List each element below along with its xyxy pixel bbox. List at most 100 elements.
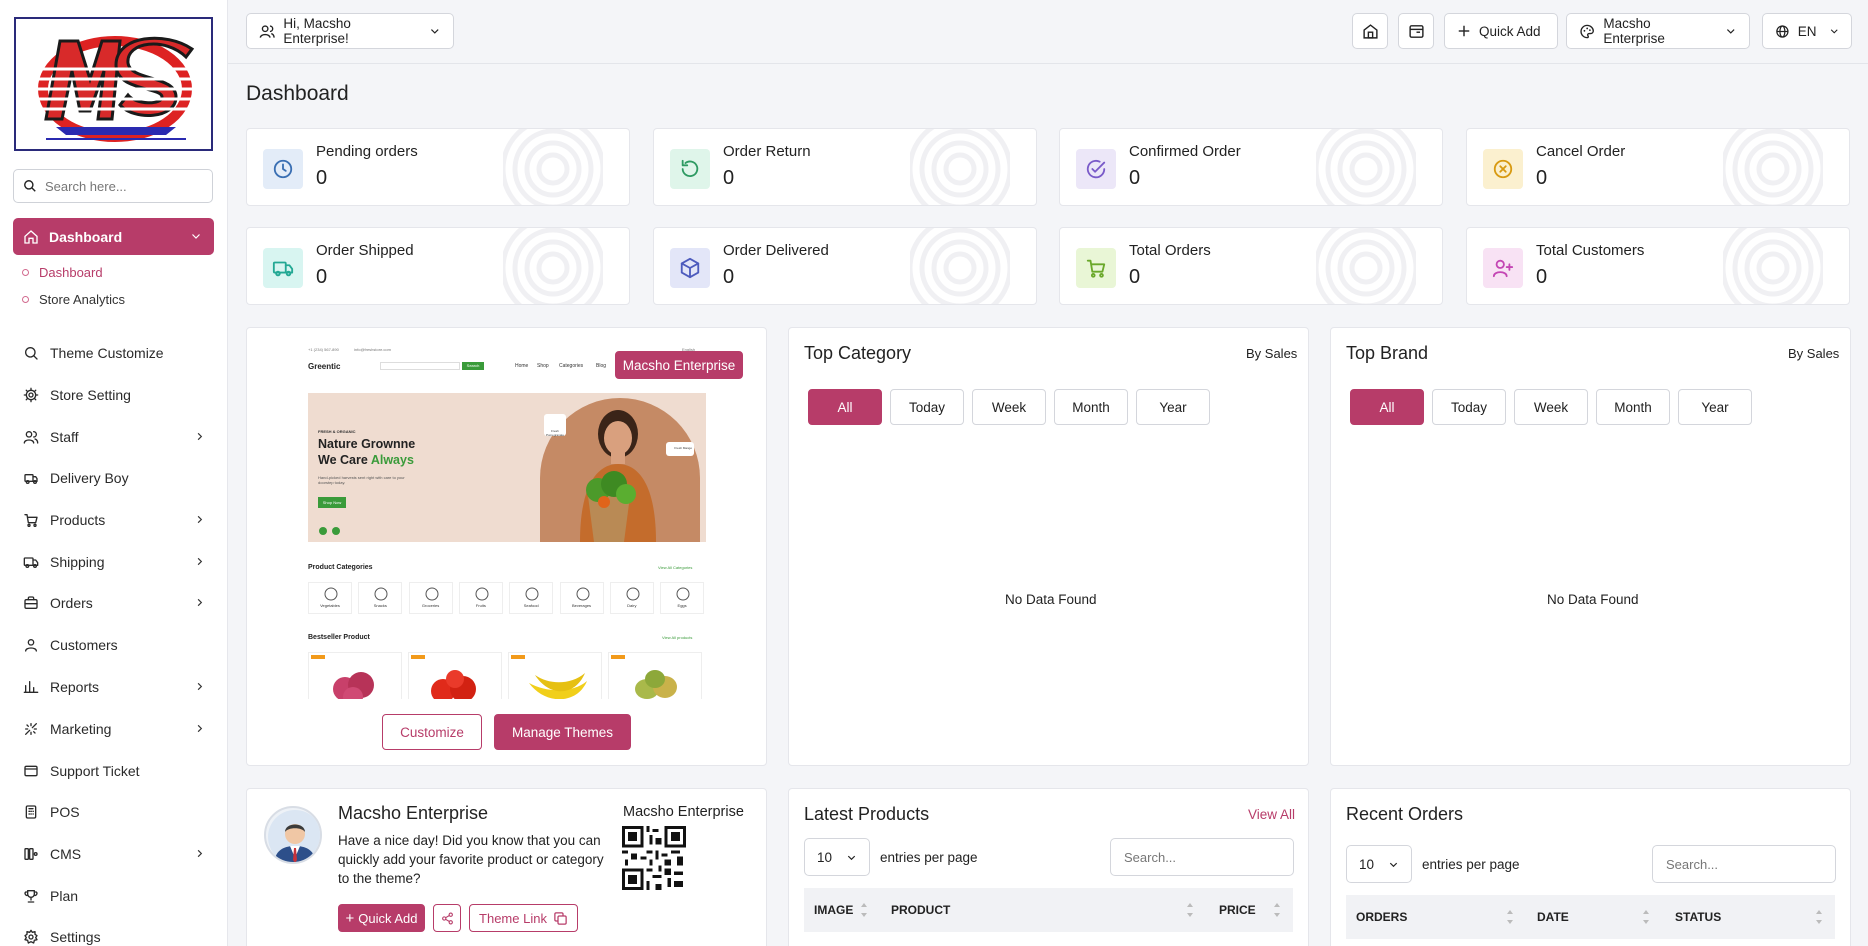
view-all-link[interactable]: View All [1248,807,1295,822]
top-brand-tab-year[interactable]: Year [1678,389,1752,425]
sidebar-item-reports[interactable]: Reports [23,674,205,700]
stat-card-order-return[interactable]: Order Return 0 [653,128,1037,206]
sort-icon[interactable] [1506,908,1514,926]
recent-orders-search[interactable]: Search... [1652,845,1836,883]
stat-card-confirmed-order[interactable]: Confirmed Order 0 [1059,128,1443,206]
top-brand-tab-all[interactable]: All [1350,389,1424,425]
latest-products-search[interactable]: Search... [1110,838,1294,876]
chevron-down-icon [192,234,200,239]
customize-button[interactable]: Customize [382,714,482,750]
column-header-product[interactable]: PRODUCT [891,903,950,917]
welcome-message: Have a nice day! Did you know that you c… [338,833,604,886]
preview-category-dairy: Dairy [609,582,654,614]
sort-icon[interactable] [1642,908,1650,926]
top-category-tab-all[interactable]: All [808,389,882,425]
sidebar-item-label: Plan [50,888,79,904]
sidebar-item-theme-customize[interactable]: Theme Customize [23,340,205,366]
stat-card-order-delivered[interactable]: Order Delivered 0 [653,227,1037,305]
stat-card-pending-orders[interactable]: Pending orders 0 [246,128,630,206]
top-brand-by-sales[interactable]: By Sales [1788,346,1839,361]
brush-icon [25,347,38,360]
top-category-tab-today[interactable]: Today [890,389,964,425]
sidebar-item-support-ticket[interactable]: Support Ticket [23,758,205,784]
entries-select[interactable]: 10 [804,838,870,876]
preview-product-mangoes [608,652,702,699]
sidebar-search-input[interactable] [45,178,195,194]
top-brand-tab-month[interactable]: Month [1596,389,1670,425]
stat-card-total-customers[interactable]: Total Customers 0 [1466,227,1850,305]
stat-card-total-orders[interactable]: Total Orders 0 [1059,227,1443,305]
sidebar-item-customers[interactable]: Customers [23,632,205,658]
top-category-by-sales[interactable]: By Sales [1246,346,1297,361]
column-header-price[interactable]: PRICE [1219,903,1256,917]
ms-logo-icon [38,36,196,142]
entries-select[interactable]: 10 [1346,845,1412,883]
store-switcher-button[interactable]: Macsho Enterprise [1566,13,1750,49]
top-category-tab-year[interactable]: Year [1136,389,1210,425]
sidebar-item-dashboard[interactable]: Dashboard [13,218,214,255]
top-brand-tab-today[interactable]: Today [1432,389,1506,425]
top-brand-tab-week[interactable]: Week [1514,389,1588,425]
sort-icon[interactable] [1815,908,1823,926]
sidebar-item-cms[interactable]: CMS [23,841,205,867]
chevron-right-icon [197,724,203,733]
preview-product-onions [308,652,402,699]
column-header-orders[interactable]: ORDERS [1356,910,1407,924]
latest-products-table-header: IMAGE PRODUCT PRICE [804,888,1293,932]
chevron-right-icon [197,432,203,441]
sidebar-subitem-store-analytics[interactable]: Store Analytics [22,292,125,307]
sidebar-item-products[interactable]: Products [23,507,205,533]
stat-card-order-shipped[interactable]: Order Shipped 0 [246,227,630,305]
sort-icon[interactable] [1186,901,1194,919]
column-header-status[interactable]: STATUS [1675,910,1721,924]
sidebar-item-label: Delivery Boy [50,470,129,486]
browser-icon [1408,24,1424,38]
preview-topline-mid: info@freshstore.com [354,347,391,352]
sidebar-item-marketing[interactable]: Marketing [23,716,205,742]
decorative-rings [910,129,1010,205]
user-menu-button[interactable]: Hi, Macsho Enterprise! [246,13,454,49]
bar-chart-icon [23,681,39,693]
entries-label: entries per page [1422,856,1520,872]
share-button[interactable] [433,904,461,932]
sidebar-item-settings[interactable]: Settings [23,924,205,946]
sidebar-subitem-dashboard[interactable]: Dashboard [22,265,103,280]
column-header-image[interactable]: IMAGE [814,903,853,917]
column-header-date[interactable]: DATE [1537,910,1569,924]
stat-value: 0 [1129,167,1141,189]
preview-categories-link: View All Categories [658,565,693,570]
store-front-button[interactable] [1352,13,1388,49]
quick-add-button[interactable]: Quick Add [1444,13,1558,49]
top-category-tab-week[interactable]: Week [972,389,1046,425]
sidebar-item-pos[interactable]: POS [23,799,205,825]
top-category-tab-month[interactable]: Month [1054,389,1128,425]
qr-code-icon[interactable] [622,826,686,890]
preview-category-eggs: Eggs [660,582,705,614]
welcome-quick-add-button[interactable]: + Quick Add [338,904,425,932]
sidebar-item-shipping[interactable]: Shipping [23,549,205,575]
stat-icon-box [670,248,710,288]
theme-preview[interactable]: +1 (234) 567-890 info@freshstore.com Eng… [262,342,751,699]
sidebar-item-orders[interactable]: Orders [23,590,205,616]
store-logo[interactable] [14,17,213,151]
sidebar-item-staff[interactable]: Staff [23,424,205,450]
preview-button[interactable] [1398,13,1434,49]
theme-link-button[interactable]: Theme Link [469,904,578,932]
entries-value: 10 [1359,856,1375,872]
language-button[interactable]: EN [1762,13,1852,49]
sidebar-search[interactable] [13,169,213,203]
sidebar-item-plan[interactable]: Plan [23,883,205,909]
preview-category-groceries: Groceries [408,582,453,614]
sidebar-subitem-label: Dashboard [39,265,103,280]
sort-icon[interactable] [1273,901,1281,919]
sidebar-item-store-setting[interactable]: Store Setting [23,382,205,408]
preview-nav-categories: Categories [559,363,584,369]
preview-category-vegetables: Vegetables [308,582,352,614]
sidebar-item-delivery-boy[interactable]: Delivery Boy [23,465,205,491]
stat-card-cancel-order[interactable]: Cancel Order 0 [1466,128,1850,206]
manage-themes-button[interactable]: Manage Themes [494,714,631,750]
pos-icon [25,805,37,819]
sort-icon[interactable] [860,901,868,919]
theme-store-badge[interactable]: Macsho Enterprise [615,351,743,379]
preview-bestseller-title: Bestseller Product [308,634,370,641]
